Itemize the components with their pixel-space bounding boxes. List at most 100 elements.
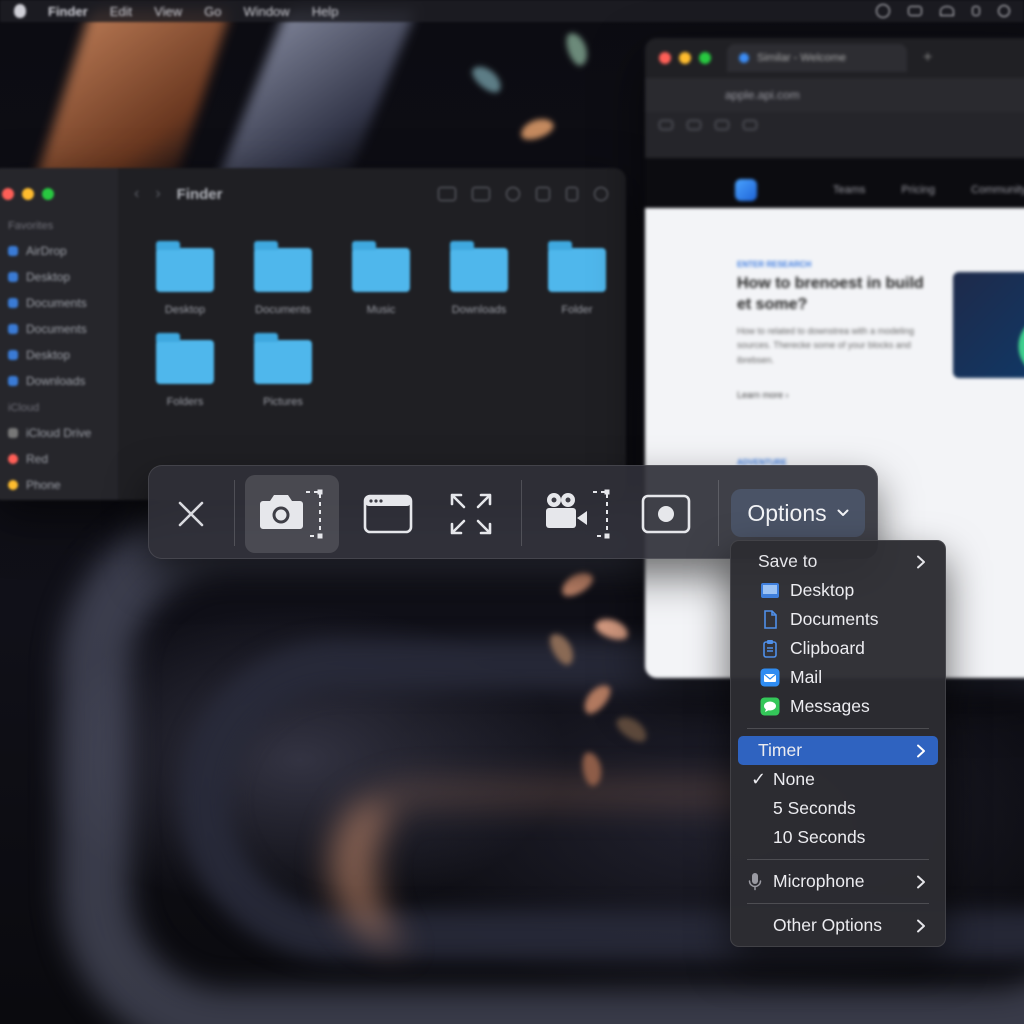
new-tab-plus-icon[interactable]: + xyxy=(923,49,932,67)
camera-selection-icon xyxy=(260,489,323,539)
folder-item[interactable]: Desktop xyxy=(136,240,234,316)
menu-item-label: Other Options xyxy=(773,915,882,935)
bookmark-icon[interactable] xyxy=(715,120,729,130)
minimize-window-button[interactable] xyxy=(679,52,691,64)
share-icon[interactable] xyxy=(506,187,520,201)
menu-item-help[interactable]: Help xyxy=(312,4,339,19)
menu-item-label: Documents xyxy=(790,609,879,629)
apple-logo-icon[interactable] xyxy=(14,4,26,18)
folder-item[interactable]: Folder xyxy=(528,240,626,316)
bookmark-icon[interactable] xyxy=(743,120,757,130)
site-nav-link[interactable]: Teams xyxy=(833,184,865,196)
sidebar-item-tag-red[interactable]: Red xyxy=(8,446,118,472)
browser-tab[interactable]: Similar - Welcome xyxy=(727,44,907,72)
close-window-button[interactable] xyxy=(659,52,671,64)
menu-item-save-to[interactable]: Save to xyxy=(731,547,945,576)
bluetooth-icon[interactable] xyxy=(972,6,980,16)
downloads-icon xyxy=(8,376,18,386)
hero-learn-more-link[interactable]: Learn more › xyxy=(737,390,789,400)
bookmark-icon[interactable] xyxy=(659,120,673,130)
chevron-right-icon xyxy=(917,744,925,758)
sidebar-heading-favorites: Favorites xyxy=(8,220,54,232)
folder-label: Desktop xyxy=(164,304,206,316)
folder-item[interactable]: Documents xyxy=(234,240,332,316)
more-icon[interactable] xyxy=(566,187,578,201)
menu-item-timer-10-seconds[interactable]: 10 Seconds xyxy=(731,823,945,852)
record-entire-screen-button[interactable] xyxy=(632,475,700,553)
battery-icon[interactable] xyxy=(908,6,922,16)
minimize-window-button[interactable] xyxy=(22,188,34,200)
menu-item-microphone[interactable]: Microphone xyxy=(731,867,945,896)
folder-item[interactable]: Downloads xyxy=(430,240,528,316)
menu-item-go[interactable]: Go xyxy=(204,4,221,19)
tab-favicon-icon xyxy=(739,53,749,63)
control-center-icon[interactable] xyxy=(876,4,890,18)
capture-entire-screen-button[interactable] xyxy=(436,475,506,553)
folder-item[interactable]: Folders xyxy=(136,332,234,408)
menu-item-documents[interactable]: Documents xyxy=(731,605,945,634)
zoom-window-button[interactable] xyxy=(42,188,54,200)
menu-item-view[interactable]: View xyxy=(154,4,182,19)
menu-item-label: 10 Seconds xyxy=(773,827,866,847)
sidebar-item-documents[interactable]: Documents xyxy=(8,290,118,316)
menu-item-clipboard[interactable]: Clipboard xyxy=(731,634,945,663)
search-icon[interactable] xyxy=(594,187,608,201)
forward-arrow-icon[interactable]: › xyxy=(155,185,160,203)
close-toolbar-button[interactable] xyxy=(163,475,219,553)
menu-item-timer[interactable]: Timer xyxy=(738,736,938,765)
sidebar-item-tag-orange[interactable]: Phone xyxy=(8,472,118,498)
folder-icon xyxy=(548,241,606,292)
menu-item-mail[interactable]: Mail xyxy=(731,663,945,692)
sidebar-item-documents-2[interactable]: Documents xyxy=(8,316,118,342)
address-bar[interactable]: apple.api.com xyxy=(645,78,1024,112)
menu-separator xyxy=(747,903,929,904)
search-icon[interactable] xyxy=(998,5,1010,17)
menu-item-timer-5-seconds[interactable]: 5 Seconds xyxy=(731,794,945,823)
view-mode-icon[interactable] xyxy=(438,187,456,201)
sidebar-item-icloud-drive[interactable]: iCloud Drive xyxy=(8,420,118,446)
sidebar-item-label: Downloads xyxy=(26,374,86,388)
chevron-right-icon xyxy=(917,555,925,569)
menu-item-edit[interactable]: Edit xyxy=(110,4,132,19)
menu-item-label: Messages xyxy=(790,696,870,716)
zoom-window-button[interactable] xyxy=(699,52,711,64)
toolbar-separator xyxy=(234,480,235,546)
back-arrow-icon[interactable]: ‹ xyxy=(134,185,139,203)
tag-orange-icon xyxy=(8,480,18,490)
options-button[interactable]: Options xyxy=(731,489,865,537)
bookmark-icon[interactable] xyxy=(687,120,701,130)
capture-selected-portion-button[interactable] xyxy=(245,475,339,553)
site-logo-icon[interactable] xyxy=(735,179,757,201)
sidebar-item-airdrop[interactable]: AirDrop xyxy=(8,238,118,264)
record-selected-portion-button[interactable] xyxy=(533,475,625,553)
sidebar-item-downloads[interactable]: Downloads xyxy=(8,368,118,394)
wifi-icon[interactable] xyxy=(940,6,954,16)
close-window-button[interactable] xyxy=(2,188,14,200)
sidebar-item-desktop-2[interactable]: Desktop xyxy=(8,342,118,368)
browser-subbar xyxy=(645,138,1024,158)
menu-item-timer-none[interactable]: ✓ None xyxy=(731,765,945,794)
tag-icon[interactable] xyxy=(536,187,550,201)
menu-item-window[interactable]: Window xyxy=(243,4,289,19)
checkmark-icon: ✓ xyxy=(751,769,767,789)
site-nav-link[interactable]: Community xyxy=(971,184,1024,196)
desktop-icon xyxy=(761,583,779,598)
group-icon[interactable] xyxy=(472,187,490,201)
document-icon xyxy=(8,298,18,308)
finder-window[interactable]: Favorites AirDrop Desktop Documents Docu… xyxy=(0,168,626,500)
capture-window-button[interactable] xyxy=(353,475,423,553)
folder-label: Documents xyxy=(255,304,311,316)
menu-item-label: Desktop xyxy=(790,580,855,600)
clipboard-icon xyxy=(763,640,777,658)
folder-item[interactable]: Pictures xyxy=(234,332,332,408)
site-nav-link[interactable]: Pricing xyxy=(901,184,935,196)
menu-app-name[interactable]: Finder xyxy=(48,4,88,19)
leaf-decoration xyxy=(468,61,506,97)
menu-item-messages[interactable]: Messages xyxy=(731,692,945,721)
menu-item-desktop[interactable]: Desktop xyxy=(731,576,945,605)
sidebar-item-desktop[interactable]: Desktop xyxy=(8,264,118,290)
menu-item-other-options[interactable]: Other Options xyxy=(731,911,945,940)
folder-item[interactable]: Music xyxy=(332,240,430,316)
menu-item-label: Clipboard xyxy=(790,638,865,658)
hero-title: How to brenoest in build et some? xyxy=(737,275,924,313)
